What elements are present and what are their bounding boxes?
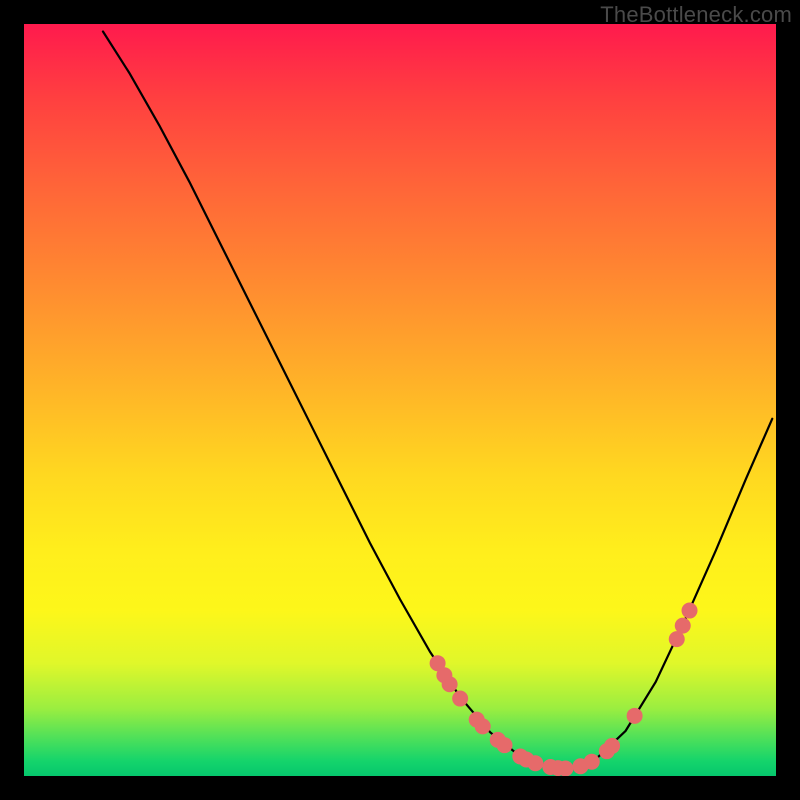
- curve-marker: [627, 708, 643, 724]
- chart-frame: [24, 24, 776, 776]
- curve-marker: [442, 676, 458, 692]
- plot-area: [24, 24, 776, 776]
- curve-markers: [430, 603, 698, 776]
- curve-marker: [682, 603, 698, 619]
- curve-marker: [475, 718, 491, 734]
- curve-marker: [452, 691, 468, 707]
- curve-marker: [584, 754, 600, 770]
- curve-marker: [527, 755, 543, 771]
- curve-marker: [604, 738, 620, 754]
- curve-marker: [675, 618, 691, 634]
- chart-svg: [24, 24, 776, 776]
- curve-marker: [497, 737, 513, 753]
- curve-marker: [557, 760, 573, 776]
